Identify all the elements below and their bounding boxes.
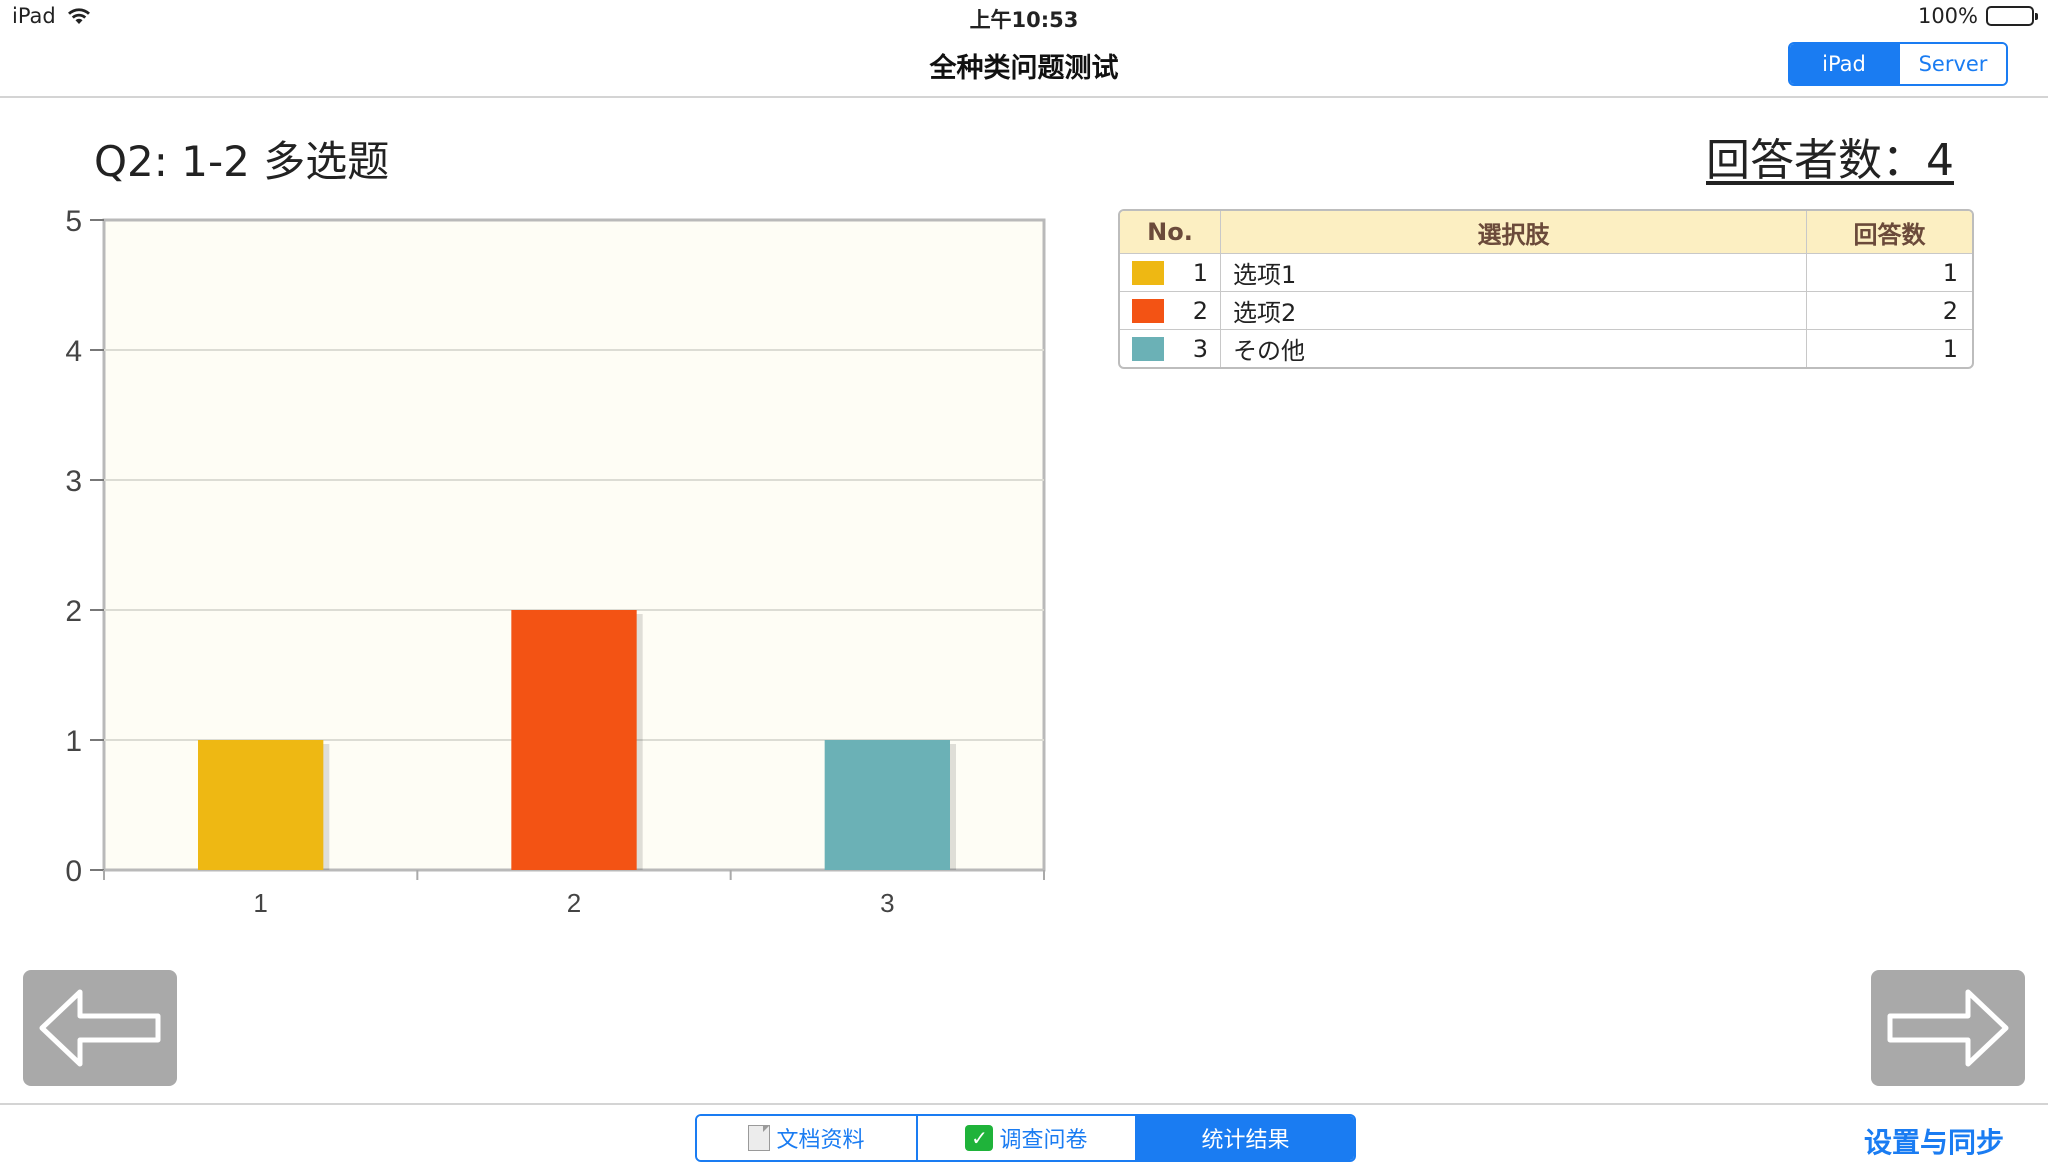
y-tick-label: 2 [65,595,82,628]
status-time: 上午10:53 [969,8,1079,32]
checkbox-icon: ✓ [965,1125,994,1151]
bar-3 [824,740,950,870]
segment-server[interactable]: Server [1898,44,2006,84]
tab-statistics-label: 统计结果 [1201,1128,1290,1153]
header-count: 回答数 [1806,211,1972,253]
status-right: 100% [1917,4,2038,28]
color-swatch [1132,298,1164,323]
x-tick-label: 1 [253,888,267,918]
row-no-cell: 3 [1120,330,1220,367]
question-title: Q2: 1-2 多选题 [94,137,390,186]
y-tick-label: 3 [65,465,82,498]
header-option: 選択肢 [1220,211,1806,253]
arrow-left-icon [39,989,161,1067]
row-number: 2 [1192,296,1208,325]
segment-ipad[interactable]: iPad [1790,44,1898,84]
bar-chart: 0 1 2 3 4 5 1 2 3 [40,200,1070,940]
color-swatch [1132,336,1164,361]
row-option: 选项2 [1220,292,1806,329]
row-option: 选项1 [1220,254,1806,291]
y-tick-label: 4 [65,335,82,368]
row-count: 1 [1806,254,1972,291]
row-count: 1 [1806,330,1972,367]
source-segmented-control: iPad Server [1788,42,2008,86]
row-count: 2 [1806,292,1972,329]
previous-question-button[interactable] [23,970,177,1086]
color-swatch [1132,260,1164,285]
tab-statistics[interactable]: 统计结果 [1135,1116,1354,1160]
row-option: その他 [1220,330,1806,367]
next-question-button[interactable] [1871,970,2025,1086]
document-icon [748,1125,771,1151]
bottom-toolbar: 文档资料 ✓ 调查问卷 统计结果 设置与同步 [0,1103,2048,1172]
status-bar: iPad 上午10:53 100% [0,0,2048,32]
row-no-cell: 1 [1120,254,1220,291]
respondent-count: 回答者数：4 [1706,135,1954,186]
arrow-right-icon [1887,989,2009,1067]
table-row: 2 选项2 2 [1120,291,1972,329]
header-no: No. [1147,218,1193,246]
bar-1 [198,740,324,870]
result-table: No. 選択肢 回答数 1 选项1 1 2 选项2 2 3 その他 1 [1118,209,1974,369]
y-tick-label: 5 [65,205,82,238]
table-row: 1 选项1 1 [1120,253,1972,291]
settings-sync-button[interactable]: 设置与同步 [1864,1121,2004,1161]
bar-chart-svg: 0 1 2 3 4 5 1 2 3 [65,205,1046,918]
tab-documents-label: 文档资料 [776,1128,865,1153]
row-no-cell: 2 [1120,292,1220,329]
battery-percent: 100% [1917,4,1978,28]
row-number: 1 [1192,258,1208,287]
y-tick-label: 0 [65,855,82,888]
bar-2 [511,610,637,870]
x-tick-label: 3 [880,888,894,918]
table-header-row: No. 選択肢 回答数 [1120,211,1972,253]
y-tick-label: 1 [65,725,82,758]
tab-survey[interactable]: ✓ 调查问卷 [916,1116,1135,1160]
table-row: 3 その他 1 [1120,329,1972,367]
main-tab-control: 文档资料 ✓ 调查问卷 统计结果 [695,1114,1356,1162]
tab-documents[interactable]: 文档资料 [697,1116,916,1160]
tab-survey-label: 调查问卷 [999,1128,1088,1153]
x-tick-label: 2 [567,888,581,918]
row-number: 3 [1192,334,1208,363]
navigation-bar: 全种类问题测试 iPad Server [0,32,2048,98]
page-title: 全种类问题测试 [929,53,1119,84]
battery-icon [1986,6,2038,26]
